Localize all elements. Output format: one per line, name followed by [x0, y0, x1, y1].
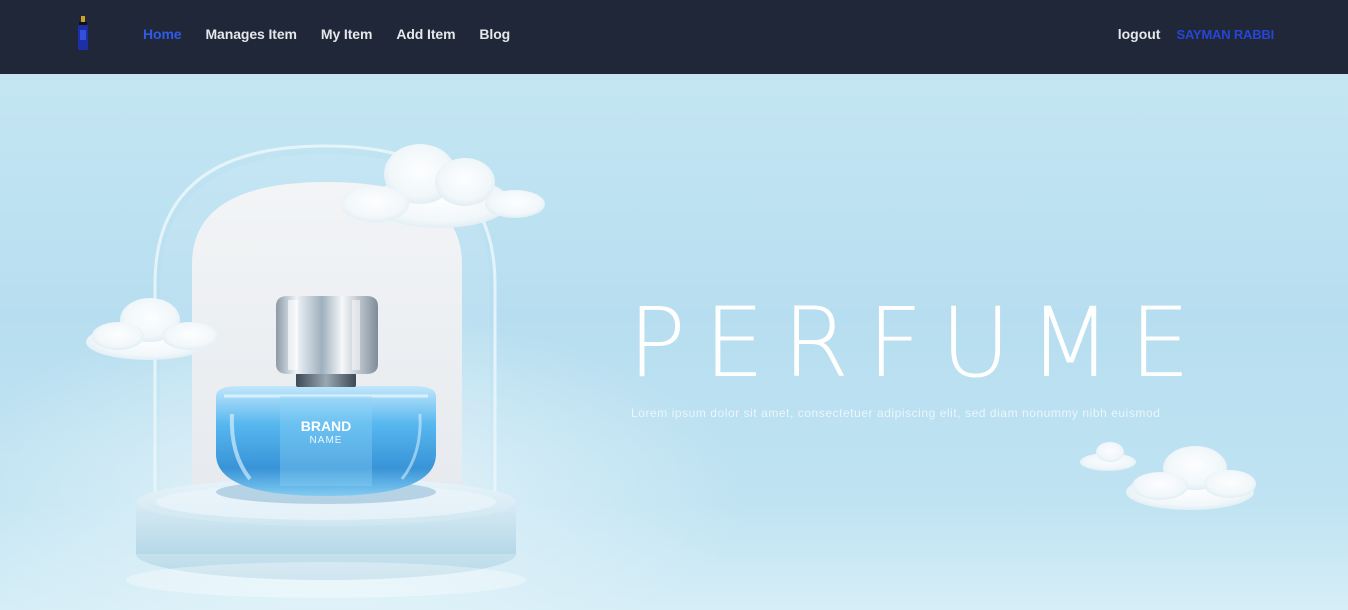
nav-link-blog[interactable]: Blog — [479, 26, 510, 42]
nav-link-add-item[interactable]: Add Item — [396, 26, 455, 42]
bottle-name-label: NAME — [310, 435, 343, 446]
nav-links: Home Manages Item My Item Add Item Blog — [143, 0, 510, 68]
hero-title: PERFUME — [628, 287, 1209, 399]
top-navbar: Home Manages Item My Item Add Item Blog … — [0, 0, 1348, 74]
hero-subtitle: Lorem ipsum dolor sit amet, consectetuer… — [631, 406, 1161, 420]
nav-right: logout SAYMAN RABBI — [1118, 0, 1274, 68]
nav-link-manages-item[interactable]: Manages Item — [206, 26, 297, 42]
logout-button[interactable]: logout — [1118, 26, 1161, 42]
hero-banner: BRAND NAME PERFUME Lorem ipsum dolor sit… — [0, 74, 1348, 610]
user-name[interactable]: SAYMAN RABBI — [1176, 27, 1274, 42]
nav-link-home[interactable]: Home — [143, 26, 182, 42]
cloud-right-large — [1126, 446, 1256, 510]
cloud-right-small — [1080, 442, 1136, 471]
perfume-bottle-logo-icon[interactable] — [77, 16, 89, 50]
bottle-brand-label: BRAND — [301, 418, 352, 434]
nav-link-my-item[interactable]: My Item — [321, 26, 373, 42]
